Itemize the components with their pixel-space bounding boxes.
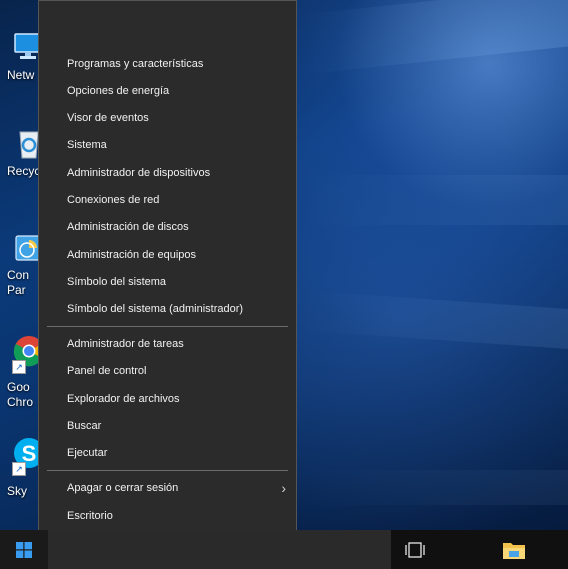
menu-item-sistema[interactable]: Sistema: [39, 132, 296, 158]
menu-item-apagar-cerrar-sesion[interactable]: Apagar o cerrar sesión ›: [39, 475, 296, 501]
menu-item-buscar[interactable]: Buscar: [39, 413, 296, 439]
menu-item-ejecutar[interactable]: Ejecutar: [39, 440, 296, 466]
menu-item-administrador-dispositivos[interactable]: Administrador de dispositivos: [39, 160, 296, 186]
menu-item-escritorio[interactable]: Escritorio: [39, 503, 296, 529]
menu-item-simbolo-sistema[interactable]: Símbolo del sistema: [39, 269, 296, 295]
start-button[interactable]: [0, 530, 48, 569]
chevron-right-icon: ›: [281, 480, 286, 496]
menu-item-label: Apagar o cerrar sesión: [67, 482, 179, 494]
menu-item-programas[interactable]: Programas y características: [39, 51, 296, 77]
wallpaper-beam: [300, 0, 568, 75]
menu-item-administrador-tareas[interactable]: Administrador de tareas: [39, 331, 296, 357]
menu-item-explorador-archivos[interactable]: Explorador de archivos: [39, 386, 296, 412]
menu-separator: [47, 326, 288, 327]
task-view-icon: [405, 542, 425, 558]
winx-context-menu: Programas y características Opciones de …: [38, 0, 297, 536]
menu-item-conexiones-red[interactable]: Conexiones de red: [39, 187, 296, 213]
folder-icon: [503, 543, 525, 559]
shortcut-arrow-icon: ↗: [12, 360, 26, 374]
windows-logo-icon: [16, 542, 32, 558]
wallpaper-beam: [300, 290, 568, 350]
menu-item-opciones-energia[interactable]: Opciones de energía: [39, 78, 296, 104]
wallpaper-beam: [300, 175, 568, 225]
task-view-button[interactable]: [403, 540, 427, 560]
file-explorer-taskbar-button[interactable]: [502, 539, 526, 561]
menu-item-visor-eventos[interactable]: Visor de eventos: [39, 105, 296, 131]
menu-item-administracion-equipos[interactable]: Administración de equipos: [39, 242, 296, 268]
shortcut-arrow-icon: ↗: [12, 462, 26, 476]
menu-item-administracion-discos[interactable]: Administración de discos: [39, 214, 296, 240]
taskbar-search-area[interactable]: [48, 530, 391, 569]
wallpaper-beam: [300, 470, 568, 505]
menu-item-panel-control[interactable]: Panel de control: [39, 358, 296, 384]
menu-separator: [47, 470, 288, 471]
menu-item-simbolo-sistema-admin[interactable]: Símbolo del sistema (administrador): [39, 296, 296, 322]
taskbar: [0, 530, 568, 569]
